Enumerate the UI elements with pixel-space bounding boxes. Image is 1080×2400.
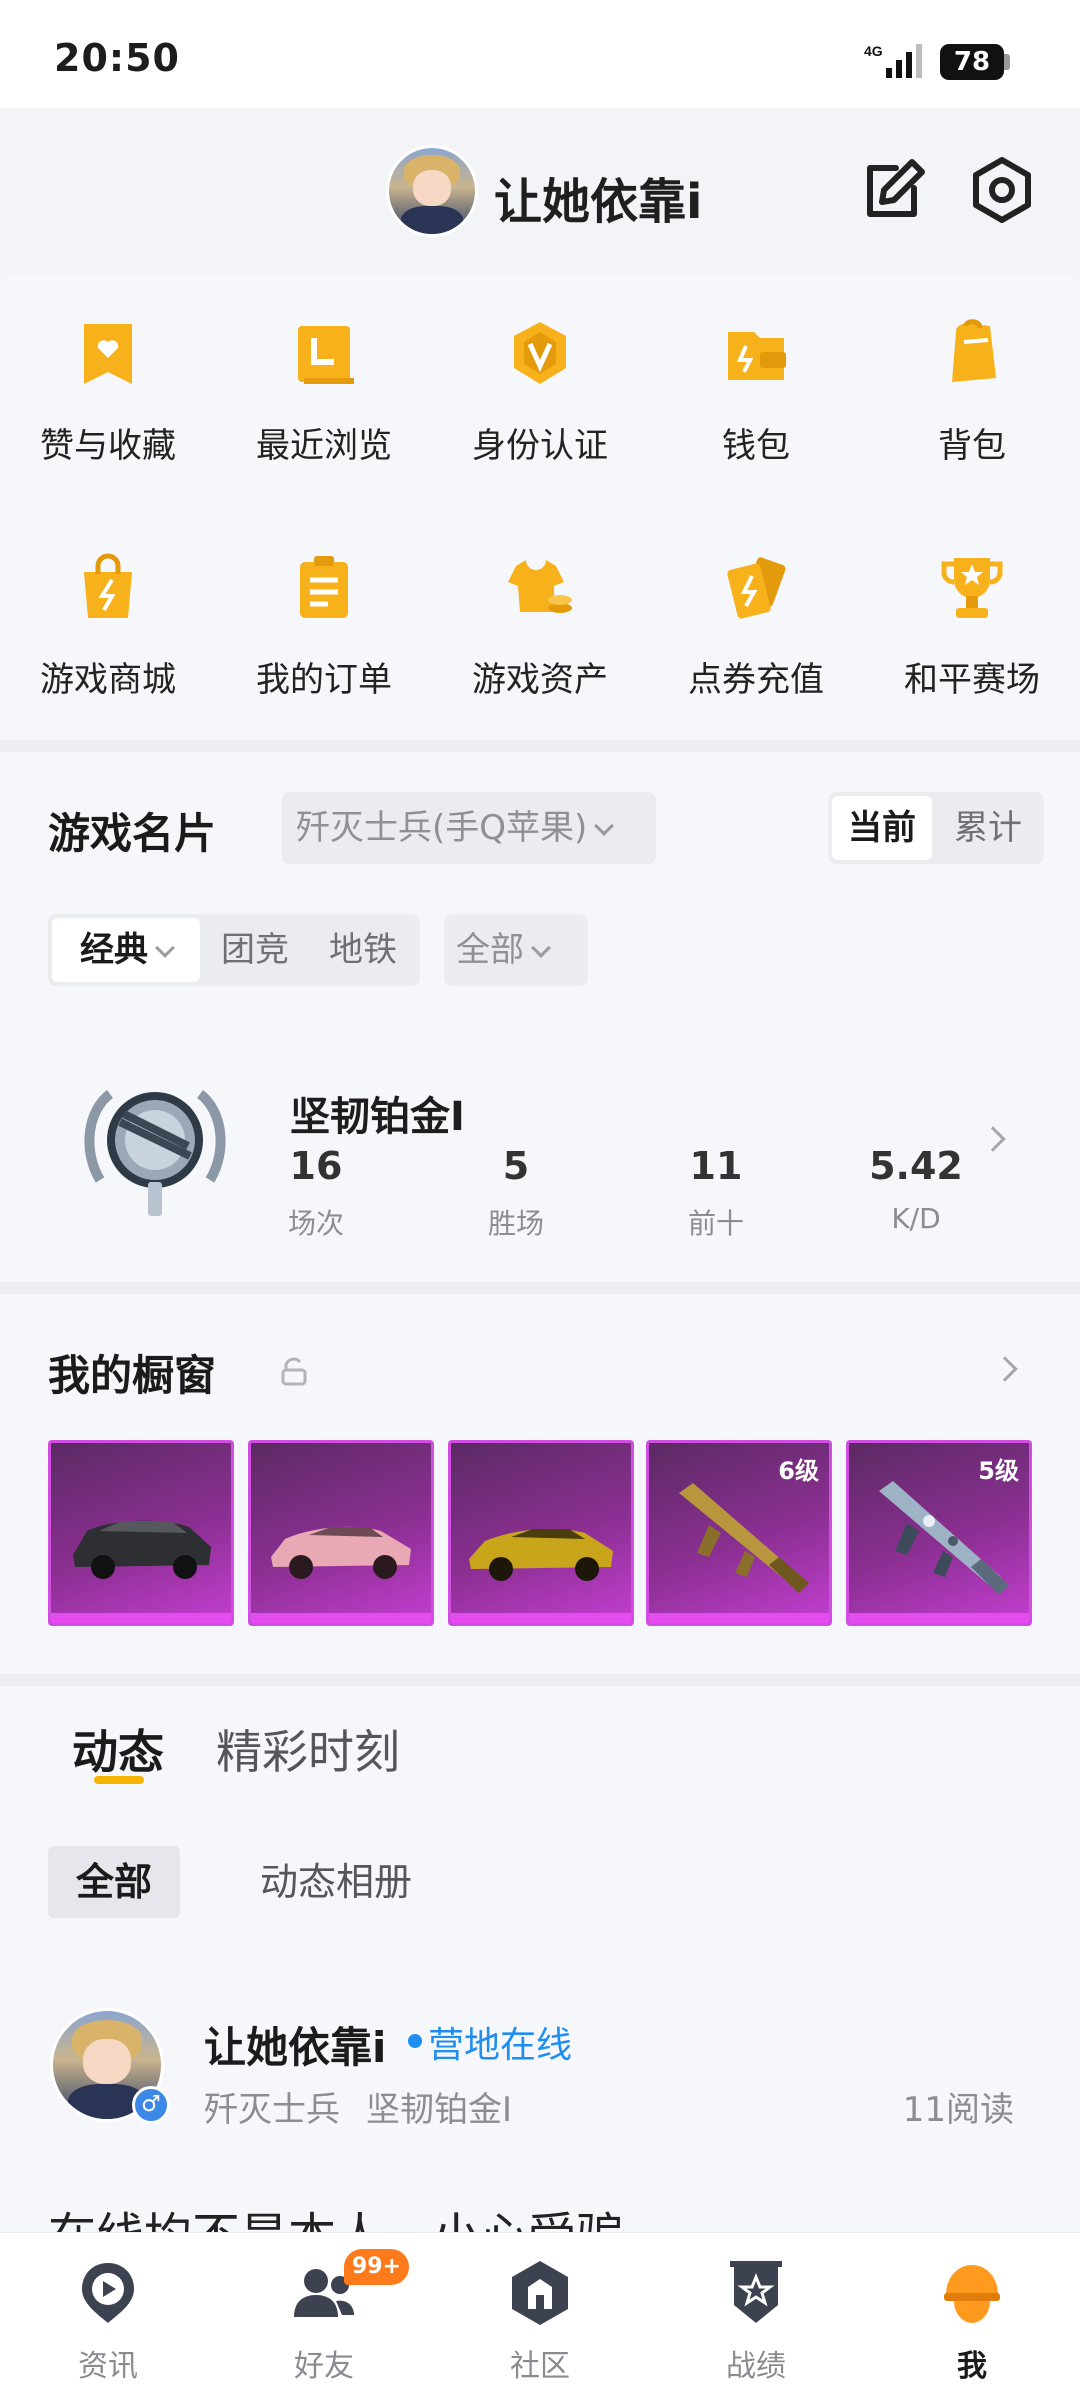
trophy-icon	[941, 558, 1003, 618]
order-list-icon	[300, 556, 348, 618]
post-read-count: 11阅读	[902, 2090, 1014, 2130]
nav-friends[interactable]: 99+ 好友	[216, 2233, 432, 2400]
mode-metro[interactable]: 地铁	[310, 918, 416, 982]
sports-car-icon	[469, 1528, 613, 1581]
quick-wallet[interactable]: 钱包	[648, 318, 864, 498]
sedan-car-icon	[271, 1526, 411, 1579]
header-username[interactable]: 让她依靠i	[494, 162, 702, 232]
quick-identity-verify[interactable]: 身份认证	[432, 318, 648, 498]
battery-icon: 78	[940, 44, 1004, 80]
header-avatar[interactable]	[386, 145, 478, 237]
showcase-pink-sedan[interactable]	[248, 1440, 434, 1626]
quick-coupon-topup[interactable]: 点券充值	[648, 552, 864, 732]
section-divider	[0, 740, 1080, 752]
mode-team[interactable]: 团竞	[200, 918, 310, 982]
community-icon	[512, 2261, 568, 2325]
online-dot-icon	[408, 2034, 422, 2048]
toggle-total[interactable]: 累计	[936, 796, 1040, 860]
platinum-rank-badge-icon	[84, 1089, 226, 1216]
verify-badge-icon	[514, 322, 566, 384]
stat-kd: 5.42 K/D	[869, 1144, 963, 1235]
quick-likes-favorites[interactable]: 赞与收藏	[0, 318, 216, 498]
settings-icon[interactable]	[966, 154, 1038, 226]
network-type: 4G	[864, 43, 883, 59]
quick-game-assets[interactable]: 游戏资产	[432, 552, 648, 732]
friends-badge: 99+	[344, 2249, 410, 2285]
shopping-bag-icon	[84, 553, 132, 618]
quick-peace-arena[interactable]: 和平赛场	[864, 552, 1080, 732]
toggle-current[interactable]: 当前	[832, 796, 932, 860]
post-meta: 歼灭士兵 坚韧铂金I	[204, 2082, 512, 2131]
male-gender-icon: ♂	[132, 2086, 170, 2124]
account-selector[interactable]: 歼灭士兵(手Q苹果)	[282, 792, 656, 864]
recent-browse-icon	[298, 326, 354, 384]
news-play-icon	[82, 2263, 134, 2323]
quick-my-orders[interactable]: 我的订单	[216, 552, 432, 732]
chevron-down-icon	[155, 938, 175, 958]
suv-car-icon	[73, 1520, 211, 1579]
chevron-down-icon	[531, 938, 551, 958]
lock-icon[interactable]	[280, 1356, 308, 1386]
stats-period-toggle: 当前 累计	[828, 792, 1044, 864]
battle-record-icon	[730, 2261, 782, 2323]
battery-tip	[1004, 54, 1010, 70]
showcase-title: 我的橱窗	[48, 1351, 217, 1400]
filter-album[interactable]: 动态相册	[236, 1846, 436, 1918]
showcase-black-suv[interactable]	[48, 1440, 234, 1626]
active-tab-indicator	[94, 1776, 144, 1784]
tab-highlights[interactable]: 精彩时刻	[216, 1716, 400, 1782]
game-asset-icon	[508, 560, 572, 613]
tab-moments[interactable]: 动态	[72, 1716, 164, 1782]
online-status: 营地在线	[428, 2025, 573, 2066]
game-card-title: 游戏名片	[48, 809, 217, 858]
status-bar: 20:50 4G 78	[0, 0, 1080, 108]
post-author-name[interactable]: 让她依靠i	[204, 2014, 386, 2075]
showcase-camo-rifle[interactable]: 5级	[846, 1440, 1032, 1626]
map-filter-label: 全部	[456, 930, 524, 970]
section-divider	[0, 1282, 1080, 1294]
account-selector-label: 歼灭士兵(手Q苹果)	[296, 808, 588, 848]
nav-news[interactable]: 资讯	[0, 2233, 216, 2400]
nav-battle-record[interactable]: 战绩	[648, 2233, 864, 2400]
showcase-gold-rifle[interactable]: 6级	[646, 1440, 832, 1626]
map-filter[interactable]: 全部	[444, 914, 588, 986]
quick-grid: 赞与收藏 最近浏览 身份认证 钱包 背包 游戏商城 我的订单 游戏资产 点券充值…	[0, 274, 1080, 740]
section-divider	[0, 1674, 1080, 1686]
showcase-gold-sports-car[interactable]	[448, 1440, 634, 1626]
signal-icon: 4G	[864, 43, 922, 78]
backpack-icon	[952, 319, 996, 382]
mode-tabs: 经典 团竞 地铁	[48, 914, 420, 986]
item-level: 5级	[978, 1457, 1019, 1485]
post-meta-rank: 坚韧铂金I	[366, 2090, 513, 2130]
profile-header: 让她依靠i	[0, 108, 1080, 278]
bottom-nav: 资讯 99+ 好友 社区 战绩 我	[0, 2232, 1080, 2400]
wallet-icon	[728, 332, 786, 380]
quick-recent-browse[interactable]: 最近浏览	[216, 318, 432, 498]
heart-bookmark-icon	[84, 324, 132, 384]
profile-helmet-icon	[944, 2265, 1000, 2323]
post-meta-role: 歼灭士兵	[204, 2090, 340, 2130]
quick-backpack[interactable]: 背包	[864, 318, 1080, 498]
item-level: 6级	[778, 1457, 819, 1485]
nav-community[interactable]: 社区	[432, 2233, 648, 2400]
stat-wins: 5 胜场	[487, 1144, 544, 1240]
chevron-down-icon	[594, 816, 615, 836]
mode-classic[interactable]: 经典	[52, 918, 200, 982]
edit-icon[interactable]	[856, 154, 928, 226]
stat-top-ten: 11 前十	[687, 1144, 744, 1240]
quick-game-store[interactable]: 游戏商城	[0, 552, 216, 732]
stat-matches: 16 场次	[287, 1144, 344, 1240]
filter-all[interactable]: 全部	[48, 1846, 180, 1918]
coupon-topup-icon	[727, 557, 786, 619]
rank-name: 坚韧铂金I	[290, 1094, 465, 1140]
status-time: 20:50	[54, 36, 180, 80]
nav-me[interactable]: 我	[864, 2233, 1080, 2400]
